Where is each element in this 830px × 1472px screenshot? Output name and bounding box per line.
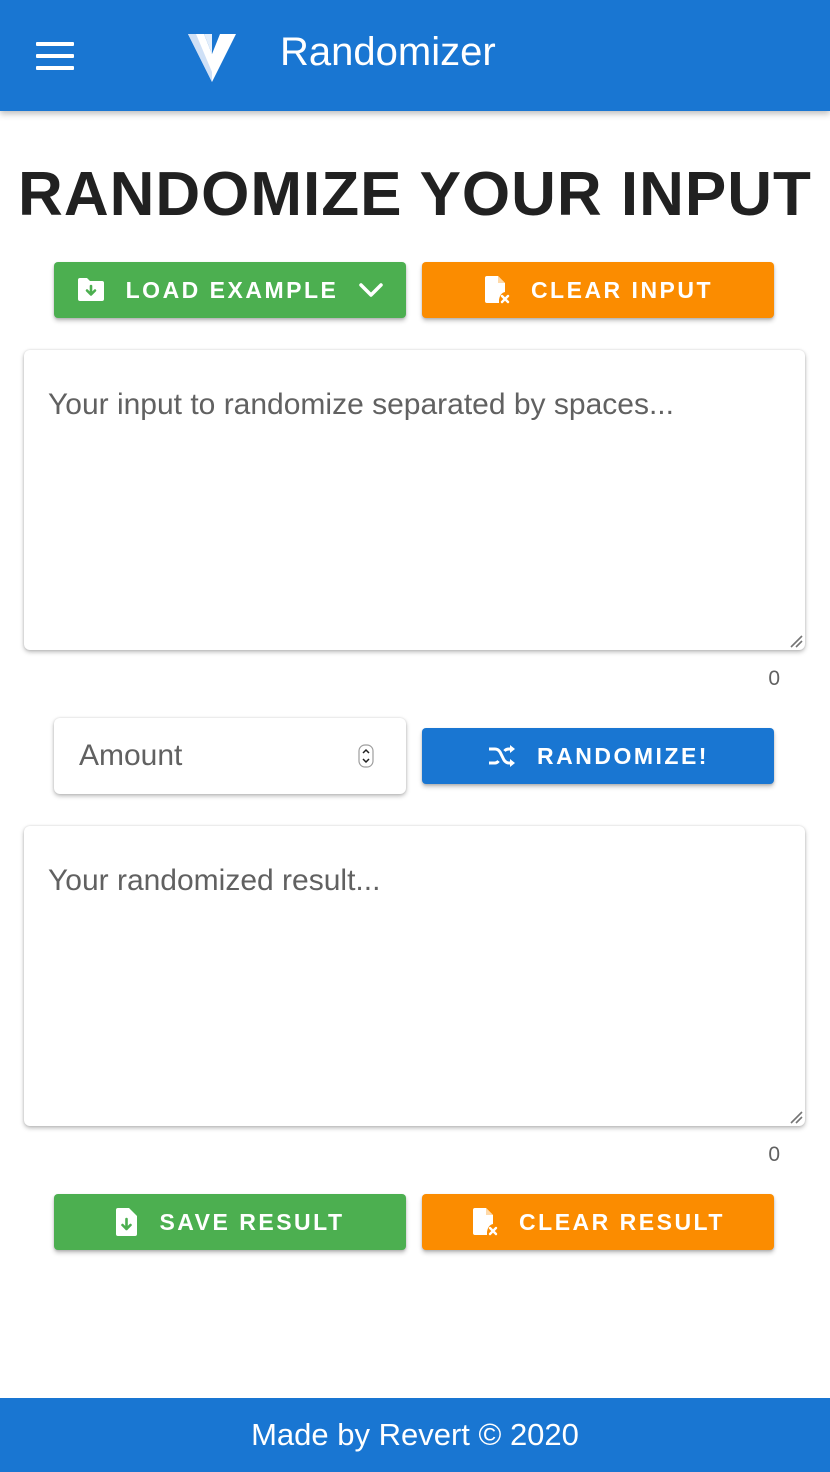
result-char-counter: 0 bbox=[768, 1143, 780, 1166]
amount-input[interactable]: Amount bbox=[54, 718, 406, 794]
load-example-label: LOAD EXAMPLE bbox=[125, 276, 339, 303]
clear-input-button[interactable]: CLEAR INPUT bbox=[422, 262, 774, 318]
app-title: Randomizer bbox=[280, 30, 496, 74]
clear-input-label: CLEAR INPUT bbox=[530, 276, 714, 303]
input-textarea[interactable]: Your input to randomize separated by spa… bbox=[24, 350, 805, 650]
resize-handle-icon[interactable] bbox=[789, 1110, 803, 1124]
clear-result-button[interactable]: CLEAR RESULT bbox=[422, 1194, 774, 1250]
input-placeholder: Your input to randomize separated by spa… bbox=[48, 388, 674, 421]
hamburger-menu-icon[interactable] bbox=[36, 42, 74, 70]
vuetify-logo-icon bbox=[188, 34, 236, 82]
footer: Made by Revert © 2020 bbox=[0, 1398, 830, 1472]
page-title: RANDOMIZE YOUR INPUT bbox=[18, 160, 812, 229]
file-remove-icon bbox=[484, 276, 510, 304]
load-example-button[interactable]: LOAD EXAMPLE bbox=[54, 262, 406, 318]
number-spinner-icon[interactable] bbox=[358, 744, 374, 768]
clear-result-label: CLEAR RESULT bbox=[519, 1208, 725, 1235]
randomize-label: RANDOMIZE! bbox=[537, 742, 709, 769]
folder-download-icon bbox=[77, 278, 104, 301]
amount-placeholder: Amount bbox=[79, 739, 183, 772]
randomize-button[interactable]: RANDOMIZE! bbox=[422, 728, 774, 784]
footer-text: Made by Revert © 2020 bbox=[251, 1417, 579, 1452]
chevron-down-icon bbox=[359, 283, 384, 297]
result-textarea[interactable]: Your randomized result... bbox=[24, 826, 805, 1126]
result-placeholder: Your randomized result... bbox=[48, 864, 381, 897]
shuffle-icon bbox=[489, 745, 516, 767]
save-result-button[interactable]: SAVE RESULT bbox=[54, 1194, 406, 1250]
resize-handle-icon[interactable] bbox=[789, 634, 803, 648]
app-bar: Randomizer bbox=[0, 0, 830, 111]
file-download-icon bbox=[116, 1208, 138, 1236]
save-result-label: SAVE RESULT bbox=[159, 1208, 345, 1235]
input-char-counter: 0 bbox=[768, 667, 780, 690]
file-remove-icon bbox=[473, 1208, 498, 1236]
